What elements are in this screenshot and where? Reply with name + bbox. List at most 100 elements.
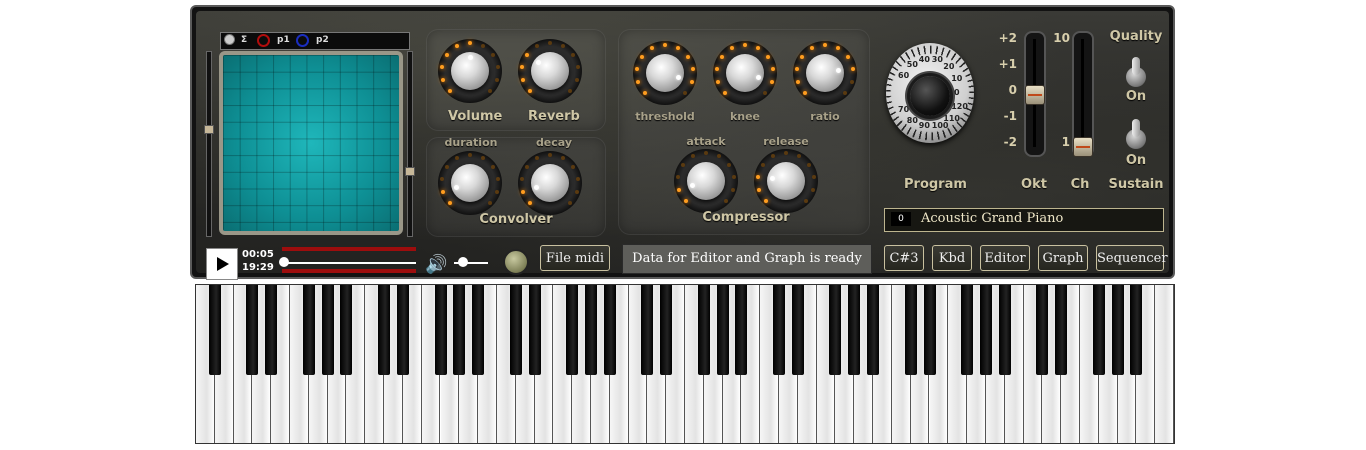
knob-led <box>685 54 690 59</box>
threshold-label: threshold <box>635 110 695 123</box>
black-key[interactable] <box>472 285 485 375</box>
sustain-toggle[interactable] <box>1126 119 1146 149</box>
scope-left-handle[interactable] <box>204 125 214 134</box>
threshold-knob[interactable] <box>633 41 697 105</box>
black-key[interactable] <box>453 285 466 375</box>
seek-bar[interactable] <box>282 262 416 264</box>
key-button[interactable]: C#3 <box>884 245 924 271</box>
playback-volume-handle[interactable] <box>458 257 468 267</box>
scope-legend: Σ p1 p2 <box>220 32 410 50</box>
black-key[interactable] <box>340 285 353 375</box>
knob-pointer <box>755 74 761 80</box>
black-key[interactable] <box>998 285 1011 375</box>
knee-knob[interactable] <box>713 41 777 105</box>
black-key[interactable] <box>791 285 804 375</box>
play-button[interactable] <box>206 248 238 280</box>
black-key[interactable] <box>208 285 221 375</box>
black-key[interactable] <box>603 285 616 375</box>
knob-led <box>689 79 694 84</box>
black-key[interactable] <box>735 285 748 375</box>
black-key[interactable] <box>867 285 880 375</box>
black-key[interactable] <box>923 285 936 375</box>
graph-button[interactable]: Graph <box>1038 245 1088 271</box>
black-key[interactable] <box>509 285 522 375</box>
black-key[interactable] <box>1055 285 1068 375</box>
program-dial[interactable]: 60 50 40 30 20 10 0 120 110 100 90 80 70 <box>886 43 974 143</box>
black-key[interactable] <box>961 285 974 375</box>
octave-scale-minus1: -1 <box>1003 109 1017 123</box>
convolver-label: Convolver <box>479 212 553 227</box>
dial-number: 30 <box>931 55 943 65</box>
black-key[interactable] <box>378 285 391 375</box>
dial-number: 40 <box>918 54 930 64</box>
black-key[interactable] <box>302 285 315 375</box>
channel-slider[interactable] <box>1072 31 1094 157</box>
reverb-knob[interactable] <box>518 39 582 103</box>
knob-led <box>495 64 500 69</box>
duration-knob[interactable] <box>438 151 502 215</box>
p1-label: p1 <box>277 35 290 45</box>
decay-knob[interactable] <box>518 151 582 215</box>
knob-led <box>762 90 767 95</box>
black-key[interactable] <box>1036 285 1049 375</box>
black-key[interactable] <box>1111 285 1124 375</box>
black-key[interactable] <box>434 285 447 375</box>
volume-label: Volume <box>448 109 503 124</box>
black-key[interactable] <box>697 285 710 375</box>
knob-pointer <box>454 184 460 190</box>
knob-led <box>490 52 495 57</box>
black-key[interactable] <box>641 285 654 375</box>
status-led[interactable] <box>503 249 529 275</box>
black-key[interactable] <box>566 285 579 375</box>
black-key[interactable] <box>904 285 917 375</box>
piano-keyboard[interactable] <box>195 284 1175 444</box>
black-key[interactable] <box>660 285 673 375</box>
scope-right-rail[interactable] <box>407 51 413 237</box>
white-key[interactable] <box>1155 285 1174 443</box>
release-knob[interactable] <box>754 149 818 213</box>
black-key[interactable] <box>321 285 334 375</box>
knob-led <box>796 154 801 159</box>
program-name-box[interactable]: 0 Acoustic Grand Piano <box>884 208 1164 232</box>
dial-number: 100 <box>931 120 949 130</box>
channel-slider-handle[interactable] <box>1073 137 1093 157</box>
black-key[interactable] <box>265 285 278 375</box>
octave-slider-handle[interactable] <box>1025 85 1045 105</box>
knob-led <box>850 66 855 71</box>
black-key[interactable] <box>246 285 259 375</box>
black-key[interactable] <box>979 285 992 375</box>
knob-led <box>448 88 453 93</box>
sequencer-button[interactable]: Sequencer <box>1096 245 1168 271</box>
octave-scale-0: 0 <box>1008 83 1017 97</box>
attack-knob[interactable] <box>674 149 738 213</box>
octave-slider[interactable] <box>1024 31 1046 157</box>
black-key[interactable] <box>848 285 861 375</box>
quality-toggle[interactable] <box>1126 57 1146 87</box>
knob-led <box>755 46 760 51</box>
knob-led <box>480 156 485 161</box>
black-key[interactable] <box>1130 285 1143 375</box>
seek-handle[interactable] <box>279 257 289 267</box>
black-key[interactable] <box>716 285 729 375</box>
scope-left-rail[interactable] <box>206 51 212 237</box>
file-midi-button[interactable]: File midi <box>540 245 610 271</box>
reverb-label: Reverb <box>528 109 580 124</box>
knob-led <box>690 66 695 71</box>
kbd-button[interactable]: Kbd <box>932 245 972 271</box>
knob-cap <box>646 54 684 92</box>
black-key[interactable] <box>528 285 541 375</box>
editor-button[interactable]: Editor <box>980 245 1030 271</box>
knob-led <box>726 162 731 167</box>
volume-knob[interactable] <box>438 39 502 103</box>
black-key[interactable] <box>584 285 597 375</box>
ratio-knob[interactable] <box>793 41 857 105</box>
black-key[interactable] <box>829 285 842 375</box>
black-key[interactable] <box>773 285 786 375</box>
dial-knob[interactable] <box>910 76 950 116</box>
black-key[interactable] <box>396 285 409 375</box>
knob-led <box>803 90 808 95</box>
black-key[interactable] <box>1092 285 1105 375</box>
speaker-icon[interactable]: 🔊 <box>425 254 447 275</box>
scope-toggle-icon[interactable] <box>224 34 235 45</box>
scope-right-handle[interactable] <box>405 167 415 176</box>
